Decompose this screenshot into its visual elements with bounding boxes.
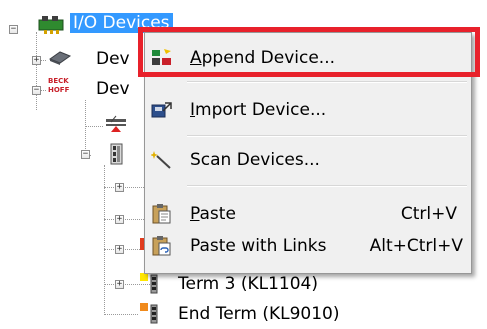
menu-separator [187, 135, 467, 137]
tree-line [36, 32, 37, 110]
menu-item-label: Paste with Links [190, 227, 326, 265]
expand-toggle[interactable]: + [115, 280, 124, 289]
menu-item-import-device[interactable]: Import Device... [145, 91, 471, 129]
tree-node-device-1[interactable]: Dev [96, 48, 130, 70]
menu-item-shortcut: Alt+Ctrl+V [369, 236, 463, 256]
menu-item-mnemonic: P [190, 204, 200, 224]
menu-separator [187, 81, 467, 83]
highlight-box [138, 27, 480, 77]
terminal-icon [140, 273, 158, 294]
tree-line [104, 219, 144, 220]
bus-coupler-icon [110, 143, 123, 165]
tree-line [104, 187, 144, 188]
io-devices-icon [38, 16, 64, 34]
import-device-icon [151, 102, 172, 118]
end-terminal-icon [140, 303, 158, 324]
expand-toggle[interactable]: + [115, 215, 124, 224]
tree-node-term-3[interactable]: Term 3 (KL1104) [178, 273, 318, 295]
tree-line [85, 100, 86, 155]
menu-item-text: aste [199, 204, 236, 224]
tree-node-end-term[interactable]: End Term (KL9010) [178, 303, 339, 325]
expand-toggle[interactable]: + [32, 56, 41, 65]
device-icon [48, 51, 72, 65]
tree-node-device-2[interactable]: Dev [96, 78, 130, 100]
menu-item-text: Scan Devices... [190, 150, 320, 170]
paste-links-icon [152, 236, 171, 256]
tree-line [104, 314, 138, 315]
collapse-toggle[interactable]: − [32, 86, 41, 95]
menu-item-scan-devices[interactable]: Scan Devices... [145, 141, 471, 179]
process-image-icon [106, 115, 126, 132]
tree-line [104, 249, 144, 250]
tree-line [85, 126, 103, 127]
scan-wand-icon [151, 151, 171, 169]
collapse-toggle[interactable]: − [9, 25, 18, 34]
beckhoff-logo-line-2: HOFF [48, 86, 70, 94]
menu-item-paste-with-links[interactable]: Paste with Links Alt+Ctrl+V [145, 227, 471, 265]
menu-item-label: Import Device... [190, 91, 326, 129]
paste-icon [152, 204, 171, 224]
beckhoff-logo-icon: BECK HOFF [48, 77, 74, 99]
expand-toggle[interactable]: + [115, 183, 124, 192]
collapse-toggle[interactable]: − [81, 150, 90, 159]
beckhoff-logo-line-1: BECK [48, 77, 69, 85]
menu-item-text: mport Device... [195, 100, 327, 120]
expand-toggle[interactable]: + [115, 245, 124, 254]
menu-separator [187, 185, 467, 187]
menu-item-text: Paste with Links [190, 236, 327, 256]
menu-item-label: Scan Devices... [190, 141, 320, 179]
